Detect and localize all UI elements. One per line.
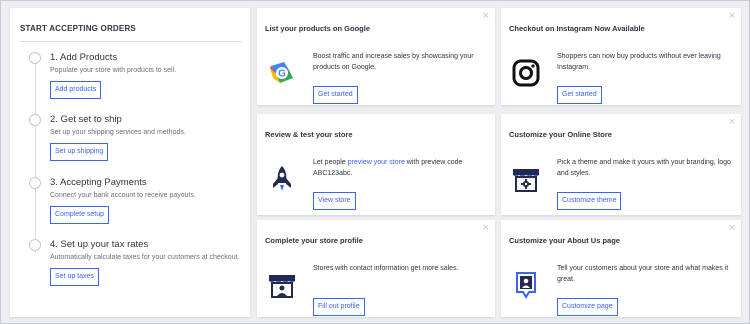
close-icon[interactable]: ×	[483, 11, 489, 22]
storefront-gear-icon	[511, 164, 541, 194]
step-title: 2. Get set to ship	[50, 114, 122, 125]
customize-theme-button[interactable]: Customize theme	[557, 192, 622, 210]
view-store-button[interactable]: View store	[313, 192, 356, 210]
close-icon[interactable]: ×	[729, 223, 735, 234]
step-status-circle	[29, 177, 41, 189]
step-status-circle	[29, 114, 41, 126]
card-title: Review & test your store	[265, 130, 353, 139]
app-background: START ACCEPTING ORDERS 1. Add Products P…	[0, 0, 750, 324]
about-us-card: Customize your About Us page × Tell your…	[501, 220, 741, 317]
card-title: Complete your store profile	[265, 236, 363, 245]
step-title: 4. Set up your tax rates	[50, 239, 149, 250]
step-status-circle	[29, 52, 41, 64]
complete-setup-button[interactable]: Complete setup	[50, 206, 110, 224]
rocket-icon	[267, 164, 297, 194]
step-description: Connect your bank account to receive pay…	[50, 192, 196, 199]
preview-store-link[interactable]: preview your store	[348, 159, 405, 166]
card-title: Customize your Online Store	[509, 130, 612, 139]
card-title: Checkout on Instagram Now Available	[509, 24, 645, 33]
step-status-circle	[29, 239, 41, 251]
add-products-button[interactable]: Add products	[50, 81, 102, 99]
divider	[20, 41, 242, 42]
card-title: Customize your About Us page	[509, 236, 620, 245]
google-listing-card: List your products on Google × G Boost t…	[257, 8, 495, 105]
get-started-button[interactable]: Get started	[557, 86, 602, 104]
timeline-line	[35, 63, 36, 253]
card-description: Shoppers can now buy products without ev…	[557, 53, 721, 71]
instagram-icon	[511, 58, 541, 88]
instagram-checkout-card: Checkout on Instagram Now Available × Sh…	[501, 8, 741, 105]
set-up-taxes-button[interactable]: Set up taxes	[50, 268, 99, 286]
close-icon[interactable]: ×	[483, 223, 489, 234]
step-title: 3. Accepting Payments	[50, 177, 147, 188]
get-started-button[interactable]: Get started	[313, 86, 358, 104]
description-text: Let people	[313, 159, 348, 166]
store-profile-card: Complete your store profile × Stores wit…	[257, 220, 495, 317]
step-description: Populate your store with products to sel…	[50, 67, 177, 74]
card-description: Boost traffic and increase sales by show…	[313, 53, 474, 71]
card-description: Let people preview your store with previ…	[313, 157, 488, 179]
card-heading: START ACCEPTING ORDERS	[20, 24, 136, 33]
storefront-person-icon	[267, 270, 297, 300]
set-up-shipping-button[interactable]: Set up shipping	[50, 143, 109, 161]
close-icon[interactable]: ×	[729, 117, 735, 128]
start-accepting-orders-card: START ACCEPTING ORDERS 1. Add Products P…	[10, 8, 250, 317]
step-title: 1. Add Products	[50, 52, 118, 63]
card-description: Pick a theme and make it yours with your…	[557, 159, 731, 177]
review-store-card: Review & test your store Let people prev…	[257, 114, 495, 215]
close-icon[interactable]: ×	[729, 11, 735, 22]
card-title: List your products on Google	[265, 24, 370, 33]
svg-text:G: G	[278, 69, 286, 80]
fill-out-profile-button[interactable]: Fill out profile	[313, 298, 365, 316]
customize-store-card: Customize your Online Store × Pick a the…	[501, 114, 741, 215]
card-description: Tell your customers about your store and…	[557, 265, 729, 283]
customize-page-button[interactable]: Customize page	[557, 298, 618, 316]
card-description: Stores with contact information get more…	[313, 265, 459, 272]
google-icon: G	[267, 58, 297, 88]
step-description: Set up your shipping services and method…	[50, 129, 186, 136]
person-badge-icon	[511, 270, 541, 300]
step-description: Automatically calculate taxes for your c…	[50, 254, 240, 261]
